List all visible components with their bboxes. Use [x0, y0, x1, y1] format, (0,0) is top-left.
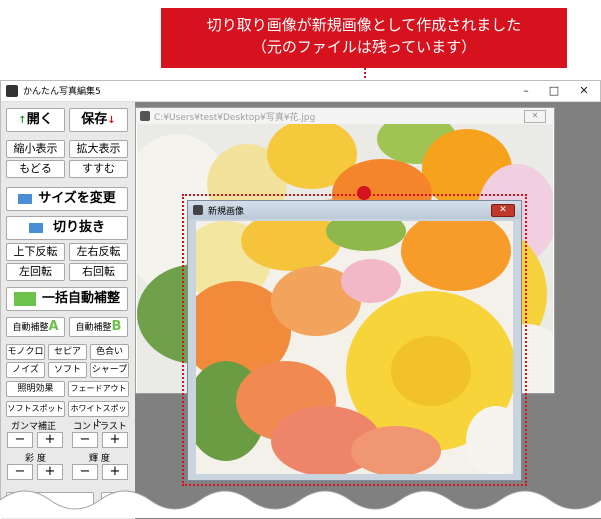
- auto-b-label: 自動補整: [75, 323, 112, 333]
- soft-spot-button[interactable]: ソフトスポット: [6, 401, 65, 417]
- letter-b-icon: B: [111, 319, 122, 334]
- arrow-up-icon: ↑: [18, 115, 27, 126]
- saturation-plus-button[interactable]: +: [37, 464, 63, 480]
- resize-label: サイズを変更: [38, 191, 116, 206]
- save-button[interactable]: 保存↓: [69, 108, 128, 132]
- gamma-plus-button[interactable]: +: [37, 432, 63, 448]
- auto-a-label: 自動補整: [12, 323, 49, 333]
- auto-correct-all-label: 一括自動補整: [41, 291, 120, 306]
- auto-correct-icon: [13, 291, 36, 306]
- minimize-button[interactable]: –: [511, 81, 541, 101]
- photo-icon: [140, 111, 150, 121]
- flip-horizontal-button[interactable]: 左右反転: [69, 243, 128, 261]
- open-button[interactable]: ↑開く: [6, 108, 65, 132]
- soft-button[interactable]: ソフト: [48, 362, 87, 378]
- tool-panel: ↑開く 保存↓ 縮小表示 拡大表示 もどる すすむ サイズを変更 切り抜き 上下…: [1, 102, 135, 519]
- resize-button[interactable]: サイズを変更: [6, 187, 128, 211]
- flip-vertical-button[interactable]: 上下反転: [6, 243, 65, 261]
- app-icon: [6, 85, 18, 97]
- fade-out-button[interactable]: フェードアウト: [68, 381, 129, 397]
- auto-correct-b-button[interactable]: 自動補整B: [69, 317, 128, 337]
- brightness-minus-button[interactable]: −: [72, 464, 98, 480]
- sharp-button[interactable]: シャープ: [90, 362, 129, 378]
- contrast-minus-button[interactable]: −: [72, 432, 98, 448]
- callout-line-2: （元のファイルは残っています）: [251, 38, 477, 56]
- close-button[interactable]: ✕: [569, 81, 599, 101]
- callout-line-1: 切り取り画像が新規画像として作成されました: [206, 16, 522, 34]
- gamma-label: ガンマ補正: [11, 422, 57, 432]
- brightness-label: 輝 度: [89, 454, 110, 464]
- tint-button[interactable]: 色合い: [90, 344, 129, 360]
- white-spot-button[interactable]: ホワイトスポット: [68, 401, 129, 427]
- gamma-minus-button[interactable]: −: [7, 432, 33, 448]
- mono-button[interactable]: モノクロ: [6, 344, 45, 360]
- resize-icon: [18, 193, 33, 204]
- original-image-titlebar: C:¥Users¥test¥Desktop¥写真¥花.jpg ✕: [136, 108, 554, 124]
- saturation-label: 彩 度: [25, 454, 46, 464]
- zoom-out-button[interactable]: 縮小表示: [6, 140, 65, 158]
- auto-correct-all-button[interactable]: 一括自動補整: [6, 287, 128, 311]
- save-label: 保存: [81, 112, 108, 127]
- arrow-down-icon: ↓: [107, 115, 116, 126]
- saturation-minus-button[interactable]: −: [7, 464, 33, 480]
- crop-highlight-frame: [182, 194, 527, 486]
- callout-box: 切り取り画像が新規画像として作成されました （元のファイルは残っています）: [161, 8, 567, 68]
- brightness-plus-button[interactable]: +: [102, 464, 128, 480]
- file-path: C:¥Users¥test¥Desktop¥写真¥花.jpg: [154, 113, 316, 123]
- crop-label: 切り抜き: [52, 220, 105, 235]
- doc-close-button[interactable]: ✕: [524, 110, 546, 123]
- contrast-plus-button[interactable]: +: [102, 432, 128, 448]
- title-bar: かんたん写真編集5 – □ ✕: [1, 81, 600, 102]
- open-label: 開く: [26, 112, 53, 127]
- zoom-in-button[interactable]: 拡大表示: [69, 140, 128, 158]
- undo-button[interactable]: もどる: [6, 160, 65, 178]
- crop-icon: [28, 222, 43, 233]
- noise-button[interactable]: ノイズ: [6, 362, 45, 378]
- rotate-left-button[interactable]: 左回転: [6, 263, 65, 281]
- maximize-button[interactable]: □: [539, 81, 569, 101]
- letter-a-icon: A: [48, 319, 59, 334]
- callout-anchor-dot: [357, 186, 371, 200]
- lighting-button[interactable]: 照明効果: [6, 381, 65, 397]
- auto-correct-a-button[interactable]: 自動補整A: [6, 317, 65, 337]
- torn-edge-decoration: [0, 490, 601, 518]
- contrast-label: コントラスト: [73, 422, 127, 432]
- crop-button[interactable]: 切り抜き: [6, 216, 128, 240]
- window-title: かんたん写真編集5: [23, 87, 101, 97]
- sepia-button[interactable]: セピア: [48, 344, 87, 360]
- redo-button[interactable]: すすむ: [69, 160, 128, 178]
- rotate-right-button[interactable]: 右回転: [69, 263, 128, 281]
